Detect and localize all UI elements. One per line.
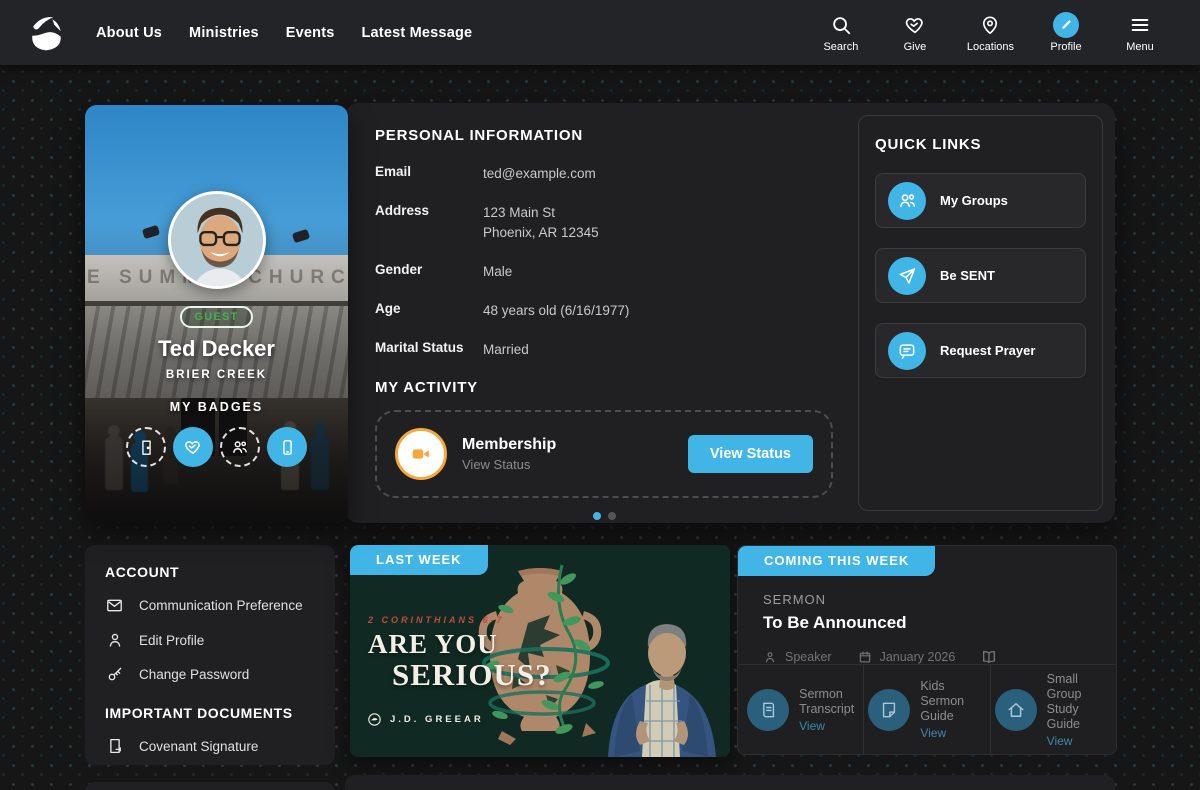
calendar-icon — [858, 650, 872, 664]
last-week-sermon-card[interactable]: LAST WEEK 2 CORINTHIANS 6-7 ARE YOU SERI… — [350, 545, 730, 757]
covenant-signature-link[interactable]: Covenant Signature — [105, 737, 315, 755]
last-week-ribbon: LAST WEEK — [350, 545, 488, 575]
resource-sermon-transcript: Sermon Transcript View — [738, 665, 864, 754]
give-heart-icon — [904, 13, 926, 37]
speaker-label: Speaker — [785, 650, 832, 664]
home-icon — [995, 689, 1037, 731]
view-status-button[interactable]: View Status — [688, 435, 813, 473]
badge-attend-door-icon[interactable] — [126, 427, 166, 467]
sermon-meta: Speaker January 2026 — [763, 649, 1116, 665]
badges-row — [126, 427, 307, 467]
sermon-category: SERMON — [763, 592, 1116, 607]
badge-give-heart-icon[interactable] — [173, 427, 213, 467]
view-kids-guide-link[interactable]: View — [920, 726, 985, 740]
my-badges-title: MY BADGES — [170, 400, 263, 414]
give-button[interactable]: Give — [893, 13, 937, 53]
sermon-speaker: J.D. GREEAR — [368, 713, 484, 726]
transcript-icon — [747, 689, 789, 731]
membership-video-icon — [395, 428, 447, 480]
nav-ministries[interactable]: Ministries — [189, 25, 259, 41]
search-button[interactable]: Search — [819, 13, 863, 53]
book-icon — [981, 649, 997, 665]
profile-button[interactable]: Profile — [1044, 13, 1088, 53]
sermon-scripture: 2 CORINTHIANS 6-7 — [368, 615, 505, 625]
hamburger-menu-icon — [1129, 13, 1151, 37]
top-nav-bar: About Us Ministries Events Latest Messag… — [0, 0, 1200, 65]
coming-this-week-ribbon: COMING THIS WEEK — [738, 546, 935, 576]
badge-group-people-icon[interactable] — [220, 427, 260, 467]
chat-bubble-icon — [888, 332, 926, 370]
nav-about-us[interactable]: About Us — [96, 25, 162, 41]
member-avatar — [168, 191, 266, 289]
speaker-logo-icon — [368, 713, 381, 726]
status-badge: GUEST — [180, 306, 254, 328]
note-icon — [868, 689, 910, 731]
member-name: Ted Decker — [158, 336, 275, 362]
quick-link-request-prayer[interactable]: Request Prayer — [875, 323, 1086, 378]
upcoming-sermon-title: To Be Announced — [763, 613, 1116, 633]
next-panel-wide-partial — [345, 775, 1115, 790]
person-icon — [105, 631, 124, 649]
sermon-title-line1: ARE YOU — [368, 629, 498, 660]
badge-app-phone-icon[interactable] — [267, 427, 307, 467]
map-pin-icon — [979, 13, 1001, 37]
menu-button[interactable]: Menu — [1118, 13, 1162, 53]
profile-avatar-icon — [1053, 13, 1079, 37]
edit-profile-link[interactable]: Edit Profile — [105, 631, 315, 649]
signature-document-icon — [105, 737, 124, 755]
key-icon — [105, 665, 124, 683]
next-panel-left-partial — [85, 782, 335, 790]
profile-overview-panel: PERSONAL INFORMATION Email ted@example.c… — [345, 103, 1115, 523]
communication-preference-link[interactable]: Communication Preference — [105, 596, 315, 615]
nav-events[interactable]: Events — [286, 25, 335, 41]
carousel-dot-active[interactable] — [593, 512, 601, 520]
important-documents-title: IMPORTANT DOCUMENTS — [105, 705, 315, 721]
activity-title: Membership — [462, 436, 556, 454]
page: About Us Ministries Events Latest Messag… — [0, 0, 1200, 790]
membership-activity-card: Membership View Status View Status — [375, 410, 833, 498]
view-study-guide-link[interactable]: View — [1047, 734, 1112, 748]
primary-nav: About Us Ministries Events Latest Messag… — [96, 25, 472, 41]
activity-carousel-dots — [375, 512, 833, 520]
groups-icon — [888, 182, 926, 220]
quick-links-panel: QUICK LINKS My Groups Be SENT Request Pr… — [858, 115, 1103, 511]
view-transcript-link[interactable]: View — [799, 719, 854, 733]
plane-icon — [888, 257, 926, 295]
change-password-link[interactable]: Change Password — [105, 665, 315, 683]
account-panel: ACCOUNT Communication Preference Edit Pr… — [85, 545, 335, 765]
sermon-resources-row: Sermon Transcript View Kids Sermon Guide… — [738, 664, 1116, 754]
summit-church-logo-icon[interactable] — [24, 11, 68, 55]
quick-link-my-groups[interactable]: My Groups — [875, 173, 1086, 228]
activity-subtitle: View Status — [462, 457, 556, 472]
search-icon — [830, 13, 852, 37]
quick-link-be-sent[interactable]: Be SENT — [875, 248, 1086, 303]
nav-latest-message[interactable]: Latest Message — [361, 25, 472, 41]
nav-actions: Search Give Locations P — [819, 13, 1176, 53]
account-title: ACCOUNT — [105, 564, 315, 580]
member-profile-card: E SUMMIT CHURC — [85, 105, 348, 523]
resource-kids-sermon-guide: Kids Sermon Guide View — [864, 665, 990, 754]
envelope-icon — [105, 596, 124, 615]
sermon-title-line2: SERIOUS? — [392, 657, 552, 693]
locations-button[interactable]: Locations — [967, 13, 1014, 53]
sermon-date: January 2026 — [880, 650, 956, 664]
quick-links-title: QUICK LINKS — [875, 136, 1086, 153]
coming-this-week-panel: COMING THIS WEEK SERMON To Be Announced … — [737, 545, 1117, 755]
member-campus: BRIER CREEK — [166, 369, 267, 381]
resource-small-group-study-guide: Small Group Study Guide View — [991, 665, 1116, 754]
speaker-person-icon — [763, 650, 777, 664]
carousel-dot-inactive[interactable] — [608, 512, 616, 520]
